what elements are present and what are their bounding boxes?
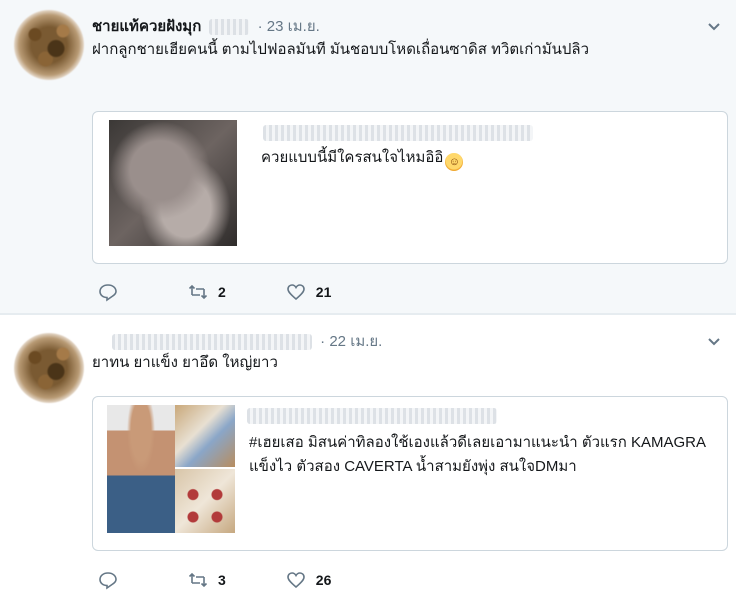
- smiling-face-emoji-icon: ☺: [445, 153, 464, 171]
- timestamp[interactable]: · 23 เม.ย.: [258, 18, 320, 35]
- tweet-header: ชายแท้ควยฝังมุก · 23 เม.ย.: [92, 14, 320, 38]
- heart-icon: [286, 284, 305, 301]
- retweet-button[interactable]: 2: [188, 282, 226, 302]
- tweet[interactable]: ชายแท้ควยฝังมุก · 23 เม.ย. ฝากลูกชายเฮีย…: [0, 0, 736, 314]
- chevron-down-icon[interactable]: [706, 18, 722, 34]
- reply-icon: [99, 284, 117, 302]
- quoted-image[interactable]: [175, 405, 235, 467]
- quoted-header: [259, 124, 537, 142]
- tweet-text: ฝากลูกชายเฮียคนนี้ ตามไปฟอลมันที มันชอบบ…: [92, 41, 590, 58]
- heart-icon: [286, 572, 305, 589]
- quoted-text: ควยแบบนี้มีใครสนใจไหมอิอิ ☺: [261, 146, 701, 171]
- reply-icon: [99, 572, 117, 590]
- quoted-image[interactable]: [109, 120, 237, 246]
- tweet-actions: 2 21: [98, 282, 391, 302]
- quoted-tweet[interactable]: #เฮยเสอ มิสนค่าทิลองใช้เองแล้วดีเลยเอามา…: [92, 396, 728, 551]
- chevron-down-icon[interactable]: [706, 333, 722, 349]
- blurred-name: [263, 125, 533, 142]
- quoted-image[interactable]: [175, 469, 235, 533]
- like-count: 26: [315, 572, 332, 588]
- retweet-icon: [188, 284, 208, 300]
- reply-button[interactable]: [98, 570, 128, 590]
- like-button[interactable]: 26: [286, 570, 332, 590]
- quoted-tweet[interactable]: ควยแบบนี้มีใครสนใจไหมอิอิ ☺: [92, 111, 728, 264]
- like-button[interactable]: 21: [286, 282, 332, 302]
- retweet-count: 3: [218, 572, 226, 588]
- avatar[interactable]: [14, 333, 84, 403]
- avatar[interactable]: [14, 10, 84, 80]
- reply-button[interactable]: [98, 282, 128, 302]
- quoted-header: [243, 407, 501, 425]
- tweet-text: ยาทน ยาแข็ง ยาอึด ใหญ่ยาว: [92, 354, 278, 371]
- retweet-icon: [188, 572, 208, 588]
- retweet-count: 2: [218, 284, 226, 300]
- blurred-handle: [209, 19, 250, 36]
- timestamp[interactable]: · 22 เม.ย.: [320, 333, 382, 350]
- quoted-text: #เฮยเสอ มิสนค่าทิลองใช้เองแล้วดีเลยเอามา…: [249, 434, 706, 475]
- retweet-button[interactable]: 3: [188, 570, 226, 590]
- blurred-name: [247, 408, 497, 425]
- tweet-actions: 3 26: [98, 570, 391, 590]
- tweet-header: · 22 เม.ย.: [108, 329, 382, 353]
- display-name[interactable]: ชายแท้ควยฝังมุก: [92, 18, 201, 35]
- blurred-name: [112, 334, 312, 351]
- like-count: 21: [315, 284, 332, 300]
- tweet[interactable]: · 22 เม.ย. ยาทน ยาแข็ง ยาอึด ใหญ่ยาว #เฮ…: [0, 314, 736, 611]
- quoted-image[interactable]: [107, 405, 175, 533]
